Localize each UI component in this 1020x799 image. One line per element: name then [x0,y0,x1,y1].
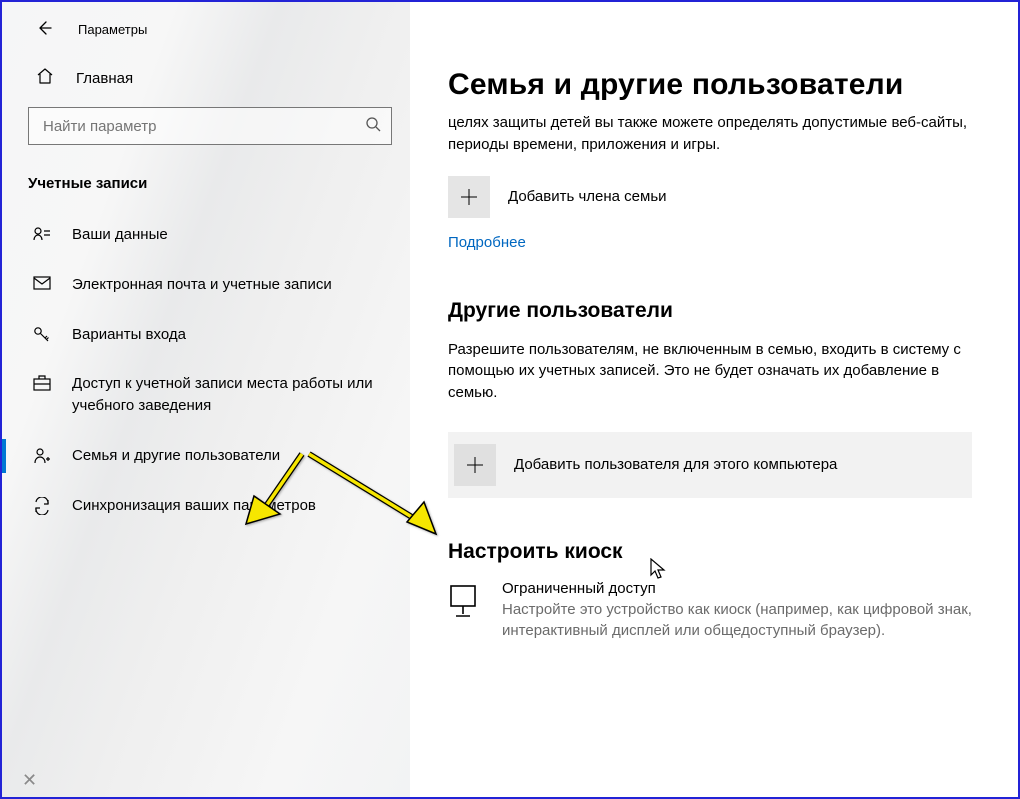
sidebar: Параметры Главная Учетные записи Ваши [2,2,410,797]
person-plus-icon [32,445,52,465]
other-users-heading: Другие пользователи [448,299,972,323]
main-content: Семья и другие пользователи целях защиты… [410,2,1018,797]
nav-item-email-accounts[interactable]: Электронная почта и учетные записи [2,260,410,310]
family-intro: целях защиты детей вы также можете опред… [448,112,972,156]
page-title: Семья и другие пользователи [448,68,972,102]
other-users-desc: Разрешите пользователям, не включенным в… [448,339,972,404]
nav-label: Варианты входа [72,324,384,346]
sync-icon [32,495,52,515]
briefcase-icon [32,373,52,391]
add-family-button[interactable] [448,176,490,218]
kiosk-row[interactable]: Ограниченный доступ Настройте это устрой… [448,580,972,641]
person-card-icon [32,224,52,242]
nav-label: Ваши данные [72,224,384,246]
mail-icon [32,274,52,290]
nav-item-work-school[interactable]: Доступ к учетной записи места работы или… [2,359,410,431]
search-input[interactable] [28,107,392,145]
kiosk-desc: Настройте это устройство как киоск (напр… [502,599,972,641]
home-icon [36,67,54,89]
kiosk-heading: Настроить киоск [448,540,972,564]
home-label: Главная [76,70,133,87]
nav-label: Доступ к учетной записи места работы или… [72,373,384,417]
add-family-row[interactable]: Добавить члена семьи [448,176,972,218]
nav-list: Ваши данные Электронная почта и учетные … [2,210,410,530]
search-field[interactable] [43,118,365,135]
add-family-label: Добавить члена семьи [508,188,667,205]
add-user-row[interactable]: Добавить пользователя для этого компьюте… [448,432,972,498]
plus-icon [459,187,479,207]
home-link[interactable]: Главная [2,67,410,107]
key-icon [32,324,52,344]
kiosk-icon [448,580,478,622]
nav-item-family[interactable]: Семья и другие пользователи [2,431,410,481]
add-user-label: Добавить пользователя для этого компьюте… [514,456,837,473]
back-icon[interactable] [36,20,52,39]
plus-icon [465,455,485,475]
nav-item-your-info[interactable]: Ваши данные [2,210,410,260]
window-title: Параметры [78,22,147,37]
nav-label: Синхронизация ваших параметров [72,495,384,517]
kiosk-title: Ограниченный доступ [502,580,972,597]
nav-item-sync[interactable]: Синхронизация ваших параметров [2,481,410,531]
search-icon [365,116,381,136]
nav-label: Электронная почта и учетные записи [72,274,384,296]
nav-item-signin-options[interactable]: Варианты входа [2,310,410,360]
nav-label: Семья и другие пользователи [72,445,384,467]
section-label: Учетные записи [2,175,410,210]
learn-more-link[interactable]: Подробнее [448,234,526,251]
close-icon[interactable]: ✕ [22,770,37,791]
add-user-button[interactable] [454,444,496,486]
